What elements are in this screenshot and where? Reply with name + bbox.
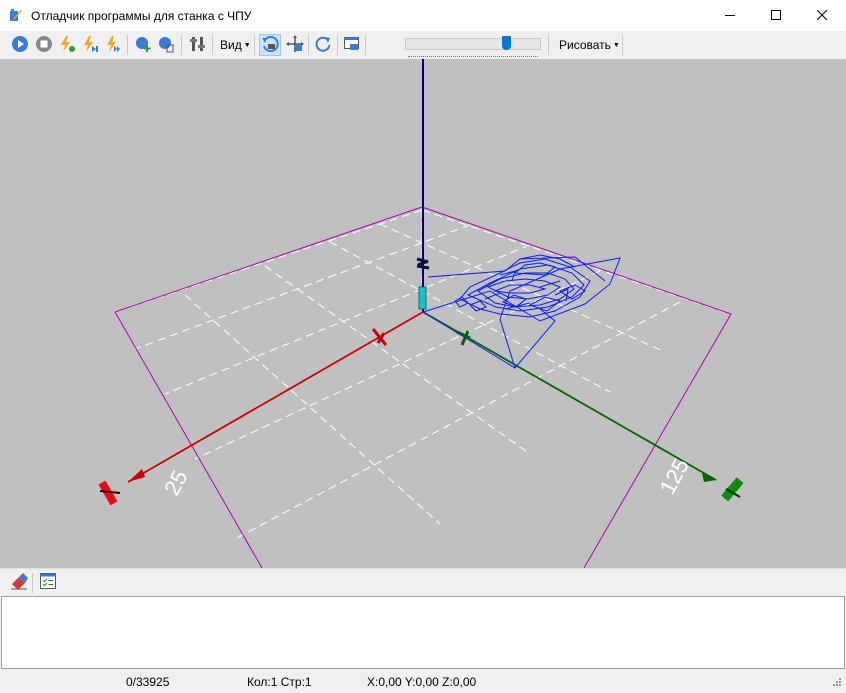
clear-log-button[interactable] bbox=[8, 571, 30, 593]
status-progress: 0/33925 bbox=[126, 675, 170, 689]
slider-thumb[interactable] bbox=[502, 36, 511, 50]
pan-view-button[interactable] bbox=[284, 34, 306, 56]
minimize-icon bbox=[725, 9, 735, 23]
y-end-marker bbox=[721, 477, 744, 502]
minimize-button[interactable] bbox=[707, 0, 753, 31]
refresh-button[interactable] bbox=[312, 34, 334, 56]
draw-menu-button[interactable]: Рисовать ▼ bbox=[559, 36, 620, 54]
add-breakpoint-icon bbox=[134, 35, 152, 56]
toolbar-separator bbox=[622, 35, 623, 55]
play-icon bbox=[11, 35, 29, 56]
close-icon bbox=[816, 9, 828, 23]
lightning-step-icon bbox=[81, 35, 99, 56]
toolbar-separator bbox=[181, 35, 182, 55]
toolbar-separator bbox=[365, 35, 366, 55]
refresh-icon bbox=[314, 35, 332, 56]
toolbar-separator bbox=[32, 573, 33, 593]
status-cursor-position: Кол:1 Стр:1 bbox=[247, 675, 312, 689]
maximize-icon bbox=[771, 9, 781, 23]
title-bar: Отладчик программы для станка с ЧПУ bbox=[0, 0, 846, 31]
toolbar-separator bbox=[308, 35, 309, 55]
toolbar-separator bbox=[127, 35, 128, 55]
y-axis-label: 125 bbox=[655, 454, 694, 498]
chevron-down-icon: ▼ bbox=[243, 41, 251, 49]
x-end-marker bbox=[98, 480, 121, 506]
resize-grip-icon[interactable] bbox=[830, 677, 842, 692]
toolbar-separator bbox=[337, 35, 338, 55]
lightning-point-icon bbox=[58, 35, 76, 56]
lightning-forward-icon bbox=[104, 35, 122, 56]
chevron-down-icon: ▼ bbox=[612, 41, 620, 49]
eraser-icon bbox=[10, 572, 28, 593]
fast-forward-button[interactable] bbox=[102, 34, 124, 56]
toolbar-separator bbox=[212, 35, 213, 55]
3d-viewport[interactable]: 25 125 bbox=[0, 59, 846, 568]
log-toolbar bbox=[0, 568, 846, 597]
y-axis-arrow bbox=[702, 473, 716, 482]
speed-slider[interactable] bbox=[405, 36, 541, 57]
stop-icon bbox=[35, 35, 53, 56]
delete-breakpoint-button[interactable] bbox=[155, 34, 177, 56]
window-title: Отладчик программы для станка с ЧПУ bbox=[31, 9, 252, 23]
slider-track bbox=[405, 38, 541, 50]
rotate-camera-icon bbox=[261, 35, 279, 56]
x-axis-marker bbox=[371, 328, 388, 346]
view-menu-button[interactable]: Вид ▼ bbox=[220, 36, 251, 54]
pan-camera-icon bbox=[286, 34, 304, 56]
cutting-tool bbox=[418, 279, 427, 310]
close-button[interactable] bbox=[799, 0, 845, 31]
window-camera-icon bbox=[343, 35, 361, 56]
log-output[interactable] bbox=[1, 596, 845, 669]
run-to-point-button[interactable] bbox=[56, 34, 78, 56]
scene-canvas[interactable]: 25 125 bbox=[0, 59, 846, 568]
add-breakpoint-button[interactable] bbox=[132, 34, 154, 56]
step-button[interactable] bbox=[79, 34, 101, 56]
delete-breakpoint-icon bbox=[157, 35, 175, 56]
tools-icon bbox=[189, 35, 207, 56]
run-button[interactable] bbox=[9, 34, 31, 56]
stop-button[interactable] bbox=[33, 34, 55, 56]
status-bar: 0/33925 Кол:1 Стр:1 X:0,00 Y:0,00 Z:0,00 bbox=[0, 670, 846, 693]
x-axis-arrow bbox=[128, 469, 145, 482]
x-axis-label: 25 bbox=[159, 466, 193, 499]
settings-button[interactable] bbox=[187, 34, 209, 56]
y-axis-marker bbox=[456, 330, 471, 346]
rotate-view-button[interactable] bbox=[259, 34, 281, 56]
z-axis-marker bbox=[416, 257, 430, 270]
maximize-button[interactable] bbox=[753, 0, 799, 31]
toolbar-separator bbox=[548, 35, 549, 55]
log-options-button[interactable] bbox=[37, 571, 59, 593]
screenshot-button[interactable] bbox=[341, 34, 363, 56]
app-icon bbox=[9, 8, 23, 25]
toolpath bbox=[422, 254, 621, 370]
checklist-icon bbox=[39, 572, 57, 593]
status-coordinates: X:0,00 Y:0,00 Z:0,00 bbox=[367, 675, 477, 689]
toolbar-separator bbox=[254, 35, 255, 55]
